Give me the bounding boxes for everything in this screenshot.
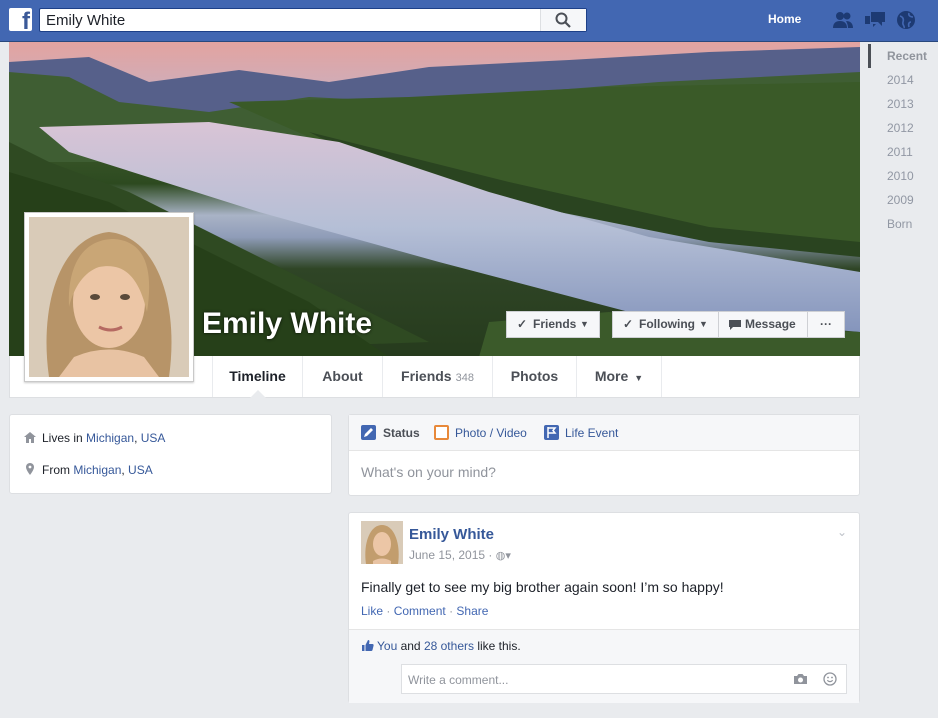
lives-in-row: Lives in Michigan, USA bbox=[24, 431, 165, 447]
timeline-year-2011[interactable]: 2011 bbox=[868, 140, 938, 164]
friends-button-label: Friends bbox=[533, 317, 577, 331]
post-timestamp[interactable]: June 15, 2015 · ◍▾ bbox=[409, 548, 511, 562]
audience-globe-icon[interactable]: ◍▾ bbox=[496, 550, 511, 562]
likes-and-text: and bbox=[397, 639, 424, 653]
lives-in-separator: , bbox=[134, 431, 141, 445]
search-input[interactable]: Emily White bbox=[46, 12, 125, 29]
friends-button[interactable]: ✓ Friends ▼ bbox=[506, 311, 600, 338]
facebook-logo-icon[interactable]: f bbox=[9, 8, 32, 31]
likes-others-link[interactable]: 28 others bbox=[424, 639, 474, 653]
check-icon: ✓ bbox=[623, 317, 634, 331]
lives-in-country-link[interactable]: USA bbox=[141, 431, 166, 445]
post-text: Finally get to see my big brother again … bbox=[361, 579, 724, 595]
tab-more-label: More bbox=[594, 368, 629, 384]
profile-photo-image bbox=[29, 217, 189, 377]
separator: · bbox=[386, 604, 394, 618]
photo-video-icon bbox=[434, 425, 449, 440]
post-likes-section: You and 28 others like this. Write a com… bbox=[349, 629, 859, 703]
tab-friends-label: Friends bbox=[401, 368, 452, 384]
post-author-avatar[interactable] bbox=[361, 521, 403, 564]
composer-tabs: Status Photo / Video Life Event bbox=[349, 415, 859, 451]
timeline-post: Emily White June 15, 2015 · ◍▾ ⌄ Finally… bbox=[348, 512, 860, 703]
emoji-icon[interactable] bbox=[823, 672, 837, 686]
more-options-button[interactable]: ··· bbox=[807, 311, 845, 338]
life-event-flag-icon bbox=[544, 425, 559, 440]
likes-suffix-text: like this. bbox=[474, 639, 521, 653]
check-icon: ✓ bbox=[517, 317, 528, 331]
post-composer: Status Photo / Video Life Event What's o… bbox=[348, 414, 860, 496]
timeline-year-2014[interactable]: 2014 bbox=[868, 68, 938, 92]
caret-down-icon: ▼ bbox=[634, 373, 644, 383]
search-box[interactable]: Emily White bbox=[39, 8, 587, 32]
post-author-name[interactable]: Emily White bbox=[409, 526, 494, 543]
location-pin-icon bbox=[26, 463, 34, 475]
tab-friends[interactable]: Friends 348 bbox=[383, 356, 493, 397]
tab-about[interactable]: About bbox=[303, 356, 383, 397]
tab-more[interactable]: More ▼ bbox=[577, 356, 662, 397]
life-event-tab[interactable]: Life Event bbox=[565, 426, 618, 440]
messages-icon[interactable] bbox=[864, 10, 886, 30]
friend-requests-icon[interactable] bbox=[832, 10, 854, 30]
profile-picture[interactable] bbox=[24, 212, 194, 382]
message-button-label: Message bbox=[745, 317, 796, 331]
timeline-year-2013[interactable]: 2013 bbox=[868, 92, 938, 116]
profile-name: Emily White bbox=[202, 307, 373, 340]
tab-timeline-label: Timeline bbox=[229, 368, 286, 384]
comment-placeholder: Write a comment... bbox=[408, 673, 509, 687]
like-link[interactable]: Like bbox=[361, 604, 383, 618]
camera-icon[interactable] bbox=[793, 673, 808, 685]
comment-link[interactable]: Comment bbox=[394, 604, 446, 618]
from-label: From bbox=[42, 463, 74, 477]
top-bar: f Emily White Home bbox=[0, 0, 938, 42]
caret-down-icon: ▼ bbox=[699, 319, 708, 329]
timeline-year-2012[interactable]: 2012 bbox=[868, 116, 938, 140]
from-row: From Michigan, USA bbox=[24, 463, 153, 479]
comment-input[interactable]: Write a comment... bbox=[401, 664, 847, 694]
timeline-year-born[interactable]: Born bbox=[868, 212, 938, 236]
timeline-year-nav: Recent 2014 2013 2012 2011 2010 2009 Bor… bbox=[868, 44, 938, 236]
tab-about-label: About bbox=[322, 368, 363, 384]
search-icon bbox=[555, 12, 571, 28]
search-button[interactable] bbox=[540, 9, 586, 31]
from-country-link[interactable]: USA bbox=[128, 463, 153, 477]
message-icon bbox=[729, 320, 741, 330]
status-input[interactable]: What's on your mind? bbox=[361, 464, 496, 480]
post-options-chevron-icon[interactable]: ⌄ bbox=[837, 525, 847, 539]
caret-down-icon: ▼ bbox=[580, 319, 589, 329]
status-tab[interactable]: Status bbox=[383, 426, 420, 440]
share-link[interactable]: Share bbox=[456, 604, 488, 618]
timeline-year-recent[interactable]: Recent bbox=[868, 44, 938, 68]
tab-photos[interactable]: Photos bbox=[493, 356, 577, 397]
from-city-link[interactable]: Michigan bbox=[73, 463, 121, 477]
notifications-globe-icon[interactable] bbox=[895, 10, 917, 30]
thumbs-up-icon bbox=[362, 640, 374, 651]
message-button[interactable]: Message bbox=[718, 311, 808, 338]
post-actions: Like · Comment · Share bbox=[361, 604, 488, 618]
photo-video-tab[interactable]: Photo / Video bbox=[455, 426, 527, 440]
tab-timeline[interactable]: Timeline bbox=[212, 356, 303, 398]
tab-photos-label: Photos bbox=[510, 368, 559, 384]
timeline-year-2010[interactable]: 2010 bbox=[868, 164, 938, 188]
post-date-text: June 15, 2015 · bbox=[409, 548, 493, 562]
home-link[interactable]: Home bbox=[768, 12, 801, 26]
likes-you-link[interactable]: You bbox=[377, 639, 397, 653]
timeline-year-2009[interactable]: 2009 bbox=[868, 188, 938, 212]
lives-in-city-link[interactable]: Michigan bbox=[86, 431, 134, 445]
pencil-icon bbox=[361, 425, 376, 440]
following-button-label: Following bbox=[639, 317, 695, 331]
following-button[interactable]: ✓ Following ▼ bbox=[612, 311, 719, 338]
intro-box: Lives in Michigan, USA From Michigan, US… bbox=[9, 414, 332, 494]
home-icon bbox=[24, 432, 36, 443]
lives-in-label: Lives in bbox=[42, 431, 87, 445]
friends-count: 348 bbox=[455, 372, 474, 384]
ellipsis-icon: ··· bbox=[820, 317, 832, 331]
likes-summary: You and 28 others like this. bbox=[361, 639, 521, 653]
